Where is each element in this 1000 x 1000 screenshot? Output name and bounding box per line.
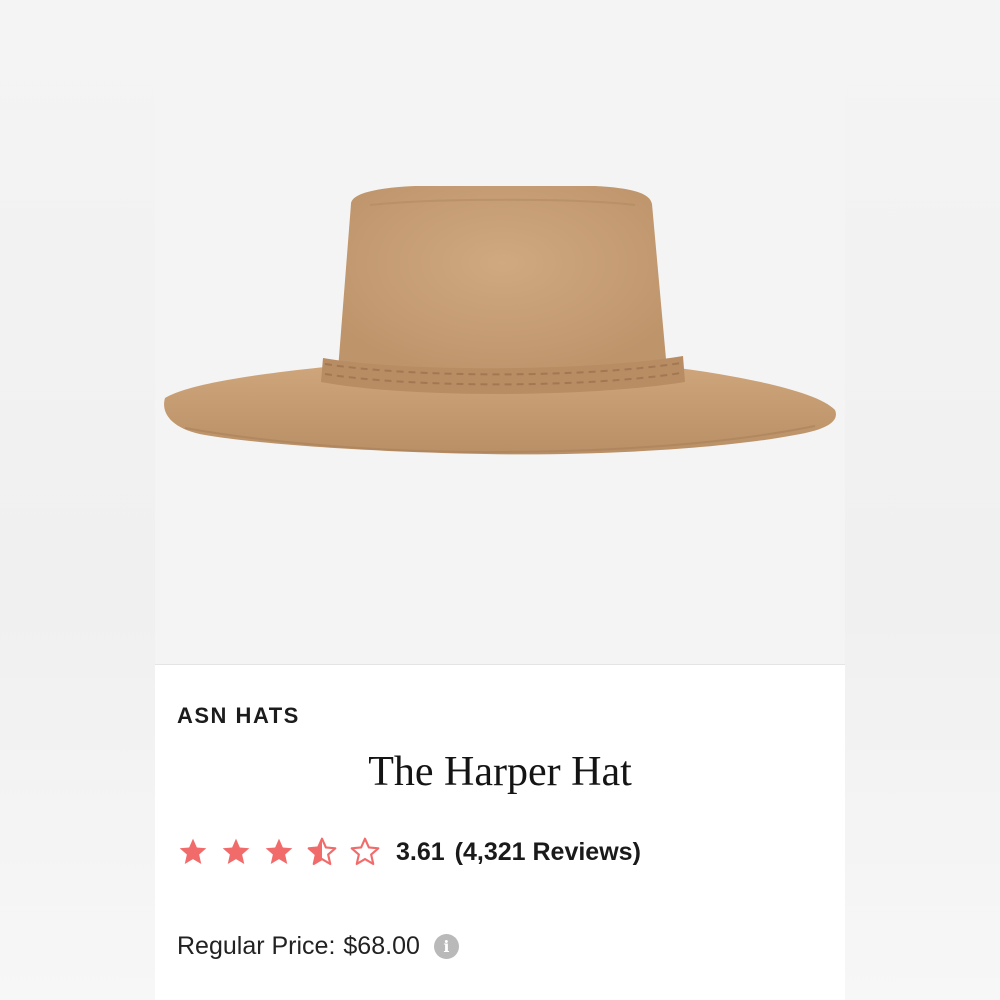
brand-name[interactable]: ASN HATS: [177, 703, 300, 729]
star-half-icon: [307, 837, 337, 866]
star-empty-icon: [350, 837, 380, 866]
star-icon: [222, 838, 250, 864]
info-icon[interactable]: i: [433, 933, 459, 959]
star-icon: [179, 838, 207, 864]
star-icon: [265, 838, 293, 864]
product-title: The Harper Hat: [368, 749, 632, 795]
background-right: [845, 0, 1000, 1000]
rating-value: 3.61: [396, 837, 445, 866]
review-count[interactable]: (4,321 Reviews): [455, 838, 641, 867]
background-left: [0, 0, 155, 1000]
hat-image: [164, 186, 836, 455]
price-value: $68.00: [343, 931, 420, 960]
product-card: ASN HATS The Harper Hat 3.61 (4,321 Revi…: [155, 0, 845, 1000]
price-row: Regular Price: $68.00 i: [177, 928, 459, 964]
price-label: Regular Price:: [177, 931, 336, 960]
rating-row[interactable]: 3.61 (4,321 Reviews): [177, 832, 641, 872]
product-image[interactable]: [155, 0, 845, 665]
